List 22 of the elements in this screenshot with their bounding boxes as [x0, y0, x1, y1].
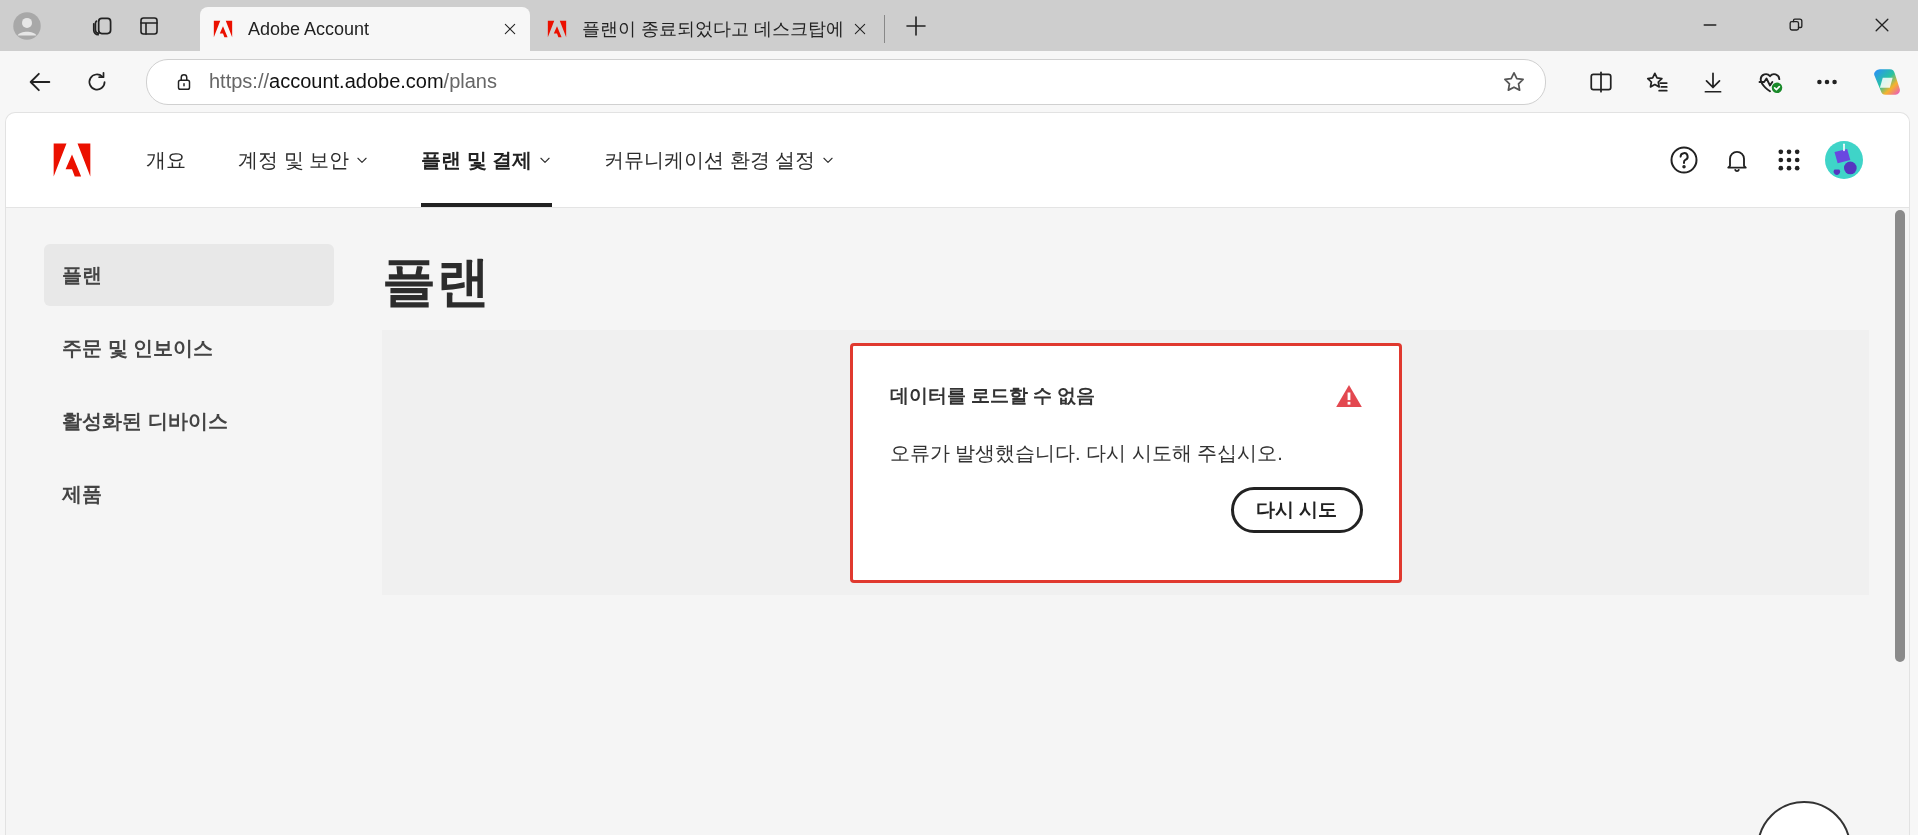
- close-icon[interactable]: [852, 21, 868, 37]
- page-title: 플랜: [382, 250, 491, 313]
- close-icon[interactable]: [502, 21, 518, 37]
- help-icon[interactable]: [1669, 145, 1699, 175]
- retry-button[interactable]: 다시 시도: [1231, 487, 1363, 533]
- scrollbar-thumb[interactable]: [1895, 210, 1905, 662]
- adobe-logo-icon: [546, 18, 568, 40]
- sidebar-item[interactable]: 활성화된 디바이스: [44, 390, 334, 452]
- error-title: 데이터를 로드할 수 없음: [889, 384, 1096, 408]
- sidebar-item[interactable]: 주문 및 인보이스: [44, 317, 334, 379]
- address-bar[interactable]: https://account.adobe.com/plans: [146, 58, 1546, 105]
- nav-tab[interactable]: 커뮤니케이션 환경 설정: [604, 113, 836, 207]
- browser-tab[interactable]: 플랜이 종료되었다고 데스크탑에: [534, 7, 880, 51]
- nav-tab[interactable]: 개요: [146, 113, 186, 207]
- adobe-logo-icon: [212, 18, 234, 40]
- url-text: https://account.adobe.com/plans: [209, 70, 497, 93]
- nav-tab[interactable]: 계정 및 보안: [238, 113, 370, 207]
- sidebar-item[interactable]: 제품: [44, 463, 334, 525]
- browser-tab[interactable]: Adobe Account: [200, 7, 530, 51]
- avatar-icon[interactable]: [1825, 141, 1863, 179]
- sidebar-item[interactable]: 플랜: [44, 244, 334, 306]
- error-message: 오류가 발생했습니다. 다시 시도해 주십시오.: [889, 441, 1284, 466]
